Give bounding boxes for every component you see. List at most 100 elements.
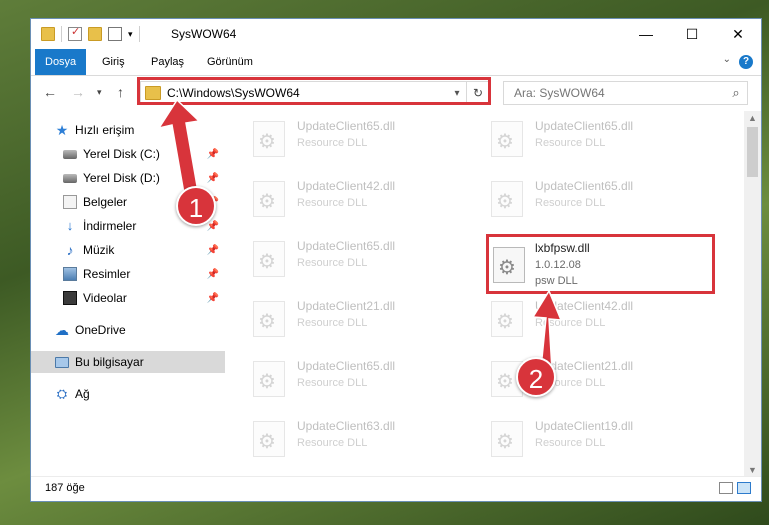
- toolbar-separator: [138, 26, 140, 42]
- navigation-pane: ★ Hızlı erişim Yerel Disk (C:) 📌 Yerel D…: [31, 111, 225, 477]
- tab-file[interactable]: Dosya: [35, 49, 87, 75]
- status-bar: 187 öğe: [31, 476, 761, 501]
- computer-icon: [55, 356, 69, 368]
- forward-icon[interactable]: →: [71, 84, 85, 100]
- documents-icon: [63, 195, 77, 209]
- file-item[interactable]: UpdateClient21.dll Resource DLL: [465, 351, 685, 405]
- details-view-icon[interactable]: [719, 482, 733, 494]
- vertical-scrollbar[interactable]: ▲ ▼: [744, 111, 761, 477]
- folder-icon[interactable]: [41, 27, 55, 41]
- network-icon: ⛭: [56, 386, 68, 401]
- address-bar[interactable]: C:\Windows\SysWOW64 ▾ ↻: [140, 81, 490, 105]
- sidebar-item-label: Yerel Disk (C:): [83, 147, 160, 161]
- tab-view[interactable]: Görünüm: [197, 49, 263, 75]
- file-name: UpdateClient63.dll: [297, 419, 396, 433]
- maximize-button[interactable]: ☐: [669, 19, 715, 49]
- sidebar-item-label: Ağ: [75, 387, 90, 401]
- videos-icon: [63, 291, 77, 305]
- address-text[interactable]: C:\Windows\SysWOW64: [167, 86, 448, 100]
- pin-icon[interactable]: 📌: [207, 221, 219, 232]
- new-folder-icon[interactable]: [88, 27, 102, 41]
- sidebar-item-label: OneDrive: [75, 323, 126, 337]
- file-type: Resource DLL: [535, 317, 606, 329]
- expand-ribbon-icon[interactable]: ⌄: [723, 54, 731, 65]
- file-item[interactable]: UpdateClient63.dll Resource DLL: [227, 411, 447, 465]
- file-type: Resource DLL: [297, 377, 368, 389]
- recent-locations-icon[interactable]: ▾: [97, 87, 102, 98]
- dll-file-icon: [253, 361, 285, 397]
- pin-icon[interactable]: 📌: [207, 173, 219, 184]
- file-type: Resource DLL: [535, 437, 606, 449]
- view-switcher: [719, 482, 751, 494]
- file-item[interactable]: UpdateClient21.dll Resource DLL: [227, 291, 447, 345]
- file-type: Resource DLL: [297, 317, 368, 329]
- file-item-lxbfpsw[interactable]: lxbfpsw.dll 1.0.12.08 psw DLL: [489, 235, 709, 289]
- file-name: lxbfpsw.dll: [535, 241, 590, 255]
- view-options-icon[interactable]: [108, 27, 122, 41]
- title-bar: ▾ SysWOW64 — ☐ ✕: [31, 19, 761, 49]
- sidebar-item-network[interactable]: ⛭ Ağ: [31, 383, 225, 405]
- file-list: UpdateClient65.dll Resource DLL UpdateCl…: [227, 111, 741, 477]
- search-input[interactable]: [512, 85, 725, 101]
- sidebar-item-videos[interactable]: Videolar 📌: [31, 287, 225, 309]
- dll-file-icon: [491, 121, 523, 157]
- dll-file-icon: [253, 421, 285, 457]
- back-icon[interactable]: ←: [43, 84, 57, 100]
- customize-toolbar-icon[interactable]: ▾: [128, 29, 133, 40]
- pin-icon[interactable]: 📌: [207, 149, 219, 160]
- up-icon[interactable]: ↑: [117, 84, 124, 100]
- file-name: UpdateClient42.dll: [297, 179, 396, 193]
- navigation-bar: ← → ▾ ↑ C:\Windows\SysWOW64 ▾ ↻ ⌕: [31, 76, 761, 110]
- file-item[interactable]: UpdateClient19.dll Resource DLL: [465, 411, 685, 465]
- pin-icon[interactable]: 📌: [207, 245, 219, 256]
- file-name: UpdateClient65.dll: [535, 179, 634, 193]
- sidebar-item-label: Yerel Disk (D:): [83, 171, 160, 185]
- properties-icon[interactable]: [68, 25, 82, 41]
- scroll-down-icon[interactable]: ▼: [744, 465, 761, 475]
- sidebar-item-label: Müzik: [83, 243, 115, 257]
- toolbar-separator: [61, 26, 62, 42]
- close-button[interactable]: ✕: [715, 19, 761, 49]
- file-item[interactable]: UpdateClient65.dll Resource DLL: [465, 111, 685, 165]
- sidebar-item-music[interactable]: ♪ Müzik 📌: [31, 239, 225, 261]
- file-type: Resource DLL: [535, 197, 606, 209]
- file-item[interactable]: UpdateClient65.dll Resource DLL: [465, 171, 685, 225]
- file-item[interactable]: UpdateClient65.dll Resource DLL: [227, 231, 447, 285]
- onedrive-icon: ☁: [55, 322, 69, 338]
- step-1-badge: 1: [176, 186, 216, 226]
- sidebar-item-this-pc[interactable]: Bu bilgisayar: [31, 351, 225, 373]
- file-item[interactable]: UpdateClient65.dll Resource DLL: [227, 111, 447, 165]
- file-type: Resource DLL: [297, 197, 368, 209]
- scroll-up-icon[interactable]: ▲: [744, 113, 761, 123]
- sidebar-item-pictures[interactable]: Resimler 📌: [31, 263, 225, 285]
- caption-buttons: — ☐ ✕: [623, 19, 761, 49]
- refresh-icon[interactable]: ↻: [466, 82, 489, 104]
- ribbon-tabs: Dosya Giriş Paylaş Görünüm ⌄ ?: [31, 49, 761, 76]
- search-icon[interactable]: ⌕: [725, 85, 747, 101]
- tab-home[interactable]: Giriş: [92, 49, 135, 75]
- file-item[interactable]: UpdateClient42.dll Resource DLL: [465, 291, 685, 345]
- minimize-button[interactable]: —: [623, 19, 669, 49]
- help-icon[interactable]: ?: [739, 55, 753, 69]
- pin-icon[interactable]: 📌: [207, 293, 219, 304]
- pin-icon[interactable]: 📌: [207, 269, 219, 280]
- file-type: Resource DLL: [297, 137, 368, 149]
- address-dropdown-icon[interactable]: ▾: [448, 88, 466, 99]
- file-type: Resource DLL: [297, 437, 368, 449]
- scroll-thumb[interactable]: [747, 127, 758, 177]
- search-box[interactable]: ⌕: [503, 81, 748, 105]
- large-icons-view-icon[interactable]: [737, 482, 751, 494]
- file-item[interactable]: UpdateClient42.dll Resource DLL: [227, 171, 447, 225]
- item-count: 187 öğe: [45, 482, 85, 494]
- file-type: Resource DLL: [535, 137, 606, 149]
- sidebar-item-label: Resimler: [83, 267, 131, 281]
- sidebar-item-onedrive[interactable]: ☁ OneDrive: [31, 319, 225, 341]
- dll-file-icon: [253, 121, 285, 157]
- sidebar-item-quick-access[interactable]: ★ Hızlı erişim: [55, 119, 225, 141]
- file-item[interactable]: UpdateClient65.dll Resource DLL: [227, 351, 447, 405]
- tab-share[interactable]: Paylaş: [141, 49, 194, 75]
- step-2-badge: 2: [516, 357, 556, 397]
- explorer-window: ▾ SysWOW64 — ☐ ✕ Dosya Giriş Paylaş Görü…: [30, 18, 762, 502]
- dll-file-icon: [493, 247, 525, 283]
- sidebar-item-disk-c[interactable]: Yerel Disk (C:) 📌: [31, 143, 225, 165]
